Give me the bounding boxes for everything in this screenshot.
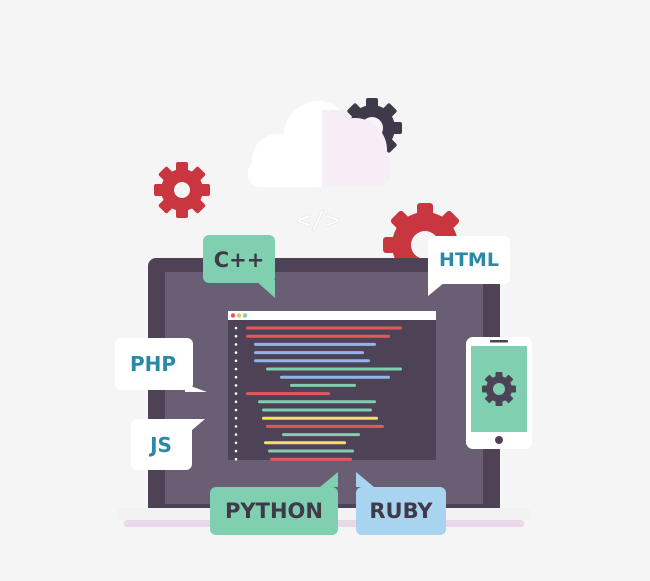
line-number-dot — [234, 334, 238, 338]
code-window — [228, 311, 436, 461]
code-line — [264, 441, 346, 445]
line-number-dot — [234, 384, 238, 387]
line-number-dot — [234, 400, 238, 404]
window-titlebar — [228, 311, 436, 320]
code-line — [266, 367, 402, 371]
line-number-dot — [234, 441, 238, 445]
bubble-cpp-label: C++ — [214, 248, 265, 272]
bubble-ruby-label: RUBY — [369, 499, 433, 523]
code-tag-icon: </> — [296, 206, 339, 234]
code-line — [254, 351, 364, 355]
code-line — [246, 392, 330, 396]
code-line — [280, 375, 390, 379]
line-number-dot — [234, 433, 238, 436]
line-number-dot — [234, 367, 238, 371]
line-number-dot — [234, 351, 238, 354]
code-line — [262, 416, 378, 420]
line-number-dot — [234, 375, 238, 379]
code-line — [254, 359, 370, 363]
bubble-js-label: JS — [148, 433, 172, 457]
code-line — [282, 433, 360, 437]
line-number-dot — [234, 457, 238, 461]
code-line — [266, 424, 384, 428]
smartphone-icon — [466, 337, 532, 449]
bubble-php-label: PHP — [130, 352, 176, 376]
code-line — [268, 449, 354, 453]
code-line — [270, 457, 352, 461]
window-dots-icon — [230, 313, 248, 318]
line-number-dot — [234, 416, 238, 420]
code-line — [254, 342, 376, 346]
code-line — [262, 408, 372, 412]
line-number-dot — [234, 343, 238, 346]
line-number-dot — [234, 408, 238, 412]
code-line — [246, 334, 390, 338]
line-number-dot — [234, 326, 238, 330]
line-number-dot — [234, 392, 238, 395]
gear-icon — [154, 162, 210, 218]
line-number-dot — [234, 359, 238, 363]
bubble-html-label: HTML — [439, 249, 499, 271]
illustration: </> C++ HTML PHP JS PYTHON RUBY — [115, 98, 532, 535]
bubble-python-label: PYTHON — [225, 499, 323, 523]
code-line — [290, 383, 356, 387]
code-line — [246, 326, 402, 330]
gear-icon — [482, 372, 516, 406]
code-line — [258, 400, 376, 404]
line-number-dot — [234, 449, 238, 453]
line-number-dot — [234, 425, 238, 428]
